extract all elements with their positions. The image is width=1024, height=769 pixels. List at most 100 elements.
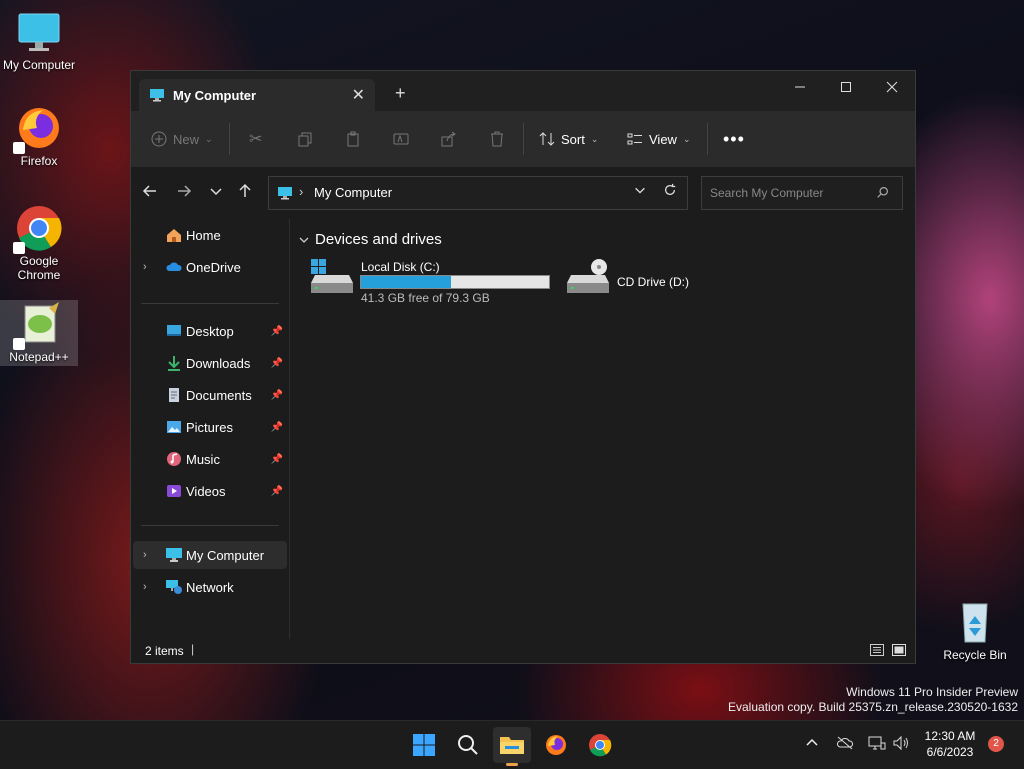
sidebar-item-home[interactable]: Home [133, 221, 287, 249]
start-button[interactable] [405, 727, 443, 763]
sidebar-item-music[interactable]: Music 📌 [133, 445, 287, 473]
new-button-label: New [173, 131, 200, 147]
share-icon [441, 131, 456, 147]
pin-icon[interactable]: 📌 [271, 326, 283, 337]
refresh-button[interactable] [663, 183, 677, 197]
chevron-down-icon [635, 187, 645, 194]
toolbar-divider [229, 123, 230, 155]
sidebar-item-desktop[interactable]: Desktop 📌 [133, 317, 287, 345]
breadcrumb-separator-icon: › [299, 184, 304, 199]
pin-icon[interactable]: 📌 [271, 422, 283, 433]
sidebar-item-label: Pictures [186, 419, 233, 435]
cut-button[interactable]: ✂ [249, 127, 262, 151]
sidebar-item-my-computer[interactable]: › My Computer [133, 541, 287, 569]
desktop-icon-notepad-plus-plus[interactable]: Notepad++ [0, 300, 78, 366]
taskbar-firefox[interactable] [537, 727, 575, 763]
system-drive-icon [311, 259, 353, 293]
group-header-label: Devices and drives [315, 231, 442, 248]
drive-cd-drive-d[interactable]: CD Drive (D:) [565, 259, 725, 307]
address-dropdown-button[interactable] [633, 183, 647, 197]
sidebar-item-pictures[interactable]: Pictures 📌 [133, 413, 287, 441]
desktop-icon-firefox[interactable]: Firefox [0, 104, 78, 168]
onedrive-tray-button[interactable] [836, 735, 854, 751]
sidebar-item-onedrive[interactable]: › OneDrive [133, 253, 287, 281]
view-button[interactable]: View ⌄ [627, 127, 691, 151]
sidebar-item-label: Documents [186, 387, 252, 403]
new-tab-plus-icon[interactable]: + [395, 83, 406, 104]
drive-local-disk-c[interactable]: Local Disk (C:) 41.3 GB free of 79.3 GB [309, 259, 559, 307]
chevron-right-icon[interactable]: › [143, 581, 147, 593]
tab-my-computer[interactable]: My Computer ✕ [139, 79, 375, 111]
pin-icon[interactable]: 📌 [271, 390, 283, 401]
taskbar-chrome[interactable] [581, 727, 619, 763]
close-tab-icon[interactable]: ✕ [352, 85, 365, 105]
sidebar-item-downloads[interactable]: Downloads 📌 [133, 349, 287, 377]
chevron-down-icon [299, 237, 309, 243]
pin-icon[interactable]: 📌 [271, 454, 283, 465]
search-box[interactable]: Search My Computer [701, 176, 903, 210]
minimize-icon [795, 86, 805, 88]
active-app-indicator [506, 763, 518, 766]
windows-watermark: Windows 11 Pro Insider Preview Evaluatio… [728, 685, 1018, 715]
copy-icon [298, 132, 312, 147]
search-icon [458, 735, 478, 755]
clock[interactable]: 12:30 AM 6/6/2023 [918, 728, 982, 760]
arrow-right-icon [178, 185, 192, 197]
up-button[interactable] [237, 183, 257, 203]
breadcrumb-my-computer[interactable]: My Computer [314, 185, 392, 200]
content-pane: Devices and drives Local Disk (C:) 41.3 … [291, 219, 915, 639]
close-button[interactable] [869, 71, 915, 103]
minimize-button[interactable] [777, 71, 823, 103]
toolbar-divider [523, 123, 524, 155]
sidebar-item-documents[interactable]: Documents 📌 [133, 381, 287, 409]
group-header[interactable]: Devices and drives [299, 231, 442, 248]
drive-name: Local Disk (C:) [361, 260, 440, 274]
chevron-down-icon [210, 188, 222, 196]
sidebar-item-label: Downloads [186, 355, 251, 371]
rename-button[interactable] [393, 127, 409, 151]
chevron-down-icon: ⌄ [682, 133, 691, 144]
shortcut-arrow-icon [13, 242, 25, 254]
desktop-icon-recycle-bin[interactable]: Recycle Bin [936, 598, 1014, 662]
volume-tray-button[interactable] [892, 735, 910, 751]
new-button[interactable]: New ⌄ [151, 127, 213, 151]
sidebar-item-network[interactable]: › Network [133, 573, 287, 601]
taskbar: 12:30 AM 6/6/2023 2 [0, 720, 1024, 769]
search-placeholder: Search My Computer [710, 186, 824, 200]
desktop-icon [167, 325, 181, 336]
pin-icon[interactable]: 📌 [271, 486, 283, 497]
search-icon [877, 187, 888, 198]
copy-button[interactable] [297, 127, 313, 151]
pin-icon[interactable]: 📌 [271, 358, 283, 369]
sidebar-item-label: Videos [186, 483, 226, 499]
desktop-icon-label: Notepad++ [9, 350, 69, 364]
see-more-button[interactable]: ••• [723, 127, 745, 151]
network-monitor-icon [868, 736, 886, 750]
show-hidden-icons-button[interactable] [804, 735, 820, 751]
paste-button[interactable] [345, 127, 361, 151]
desktop-icon-google-chrome[interactable]: Google Chrome [0, 204, 78, 282]
sort-button[interactable]: Sort ⌄ [539, 127, 598, 151]
desktop-icon-my-computer[interactable]: My Computer [0, 8, 78, 72]
recent-locations-button[interactable] [208, 183, 228, 203]
clipboard-icon [347, 131, 359, 147]
large-icons-view-button[interactable] [891, 642, 907, 658]
network-tray-button[interactable] [868, 735, 886, 751]
pane-splitter[interactable] [289, 219, 290, 639]
maximize-button[interactable] [823, 71, 869, 103]
taskbar-search-button[interactable] [449, 727, 487, 763]
details-view-button[interactable] [869, 642, 885, 658]
notification-badge[interactable]: 2 [988, 736, 1004, 752]
desktop-icon-label: Google Chrome [17, 254, 61, 282]
forward-button[interactable] [176, 183, 196, 203]
sort-arrows-icon [539, 132, 555, 146]
sidebar-item-videos[interactable]: Videos 📌 [133, 477, 287, 505]
chevron-right-icon[interactable]: › [143, 261, 147, 273]
sidebar-item-label: OneDrive [186, 259, 241, 275]
chevron-right-icon[interactable]: › [143, 549, 147, 561]
back-button[interactable] [142, 183, 162, 203]
address-bar[interactable]: › My Computer [268, 176, 688, 210]
taskbar-file-explorer[interactable] [493, 727, 531, 766]
delete-button[interactable] [489, 127, 505, 151]
share-button[interactable] [441, 127, 457, 151]
